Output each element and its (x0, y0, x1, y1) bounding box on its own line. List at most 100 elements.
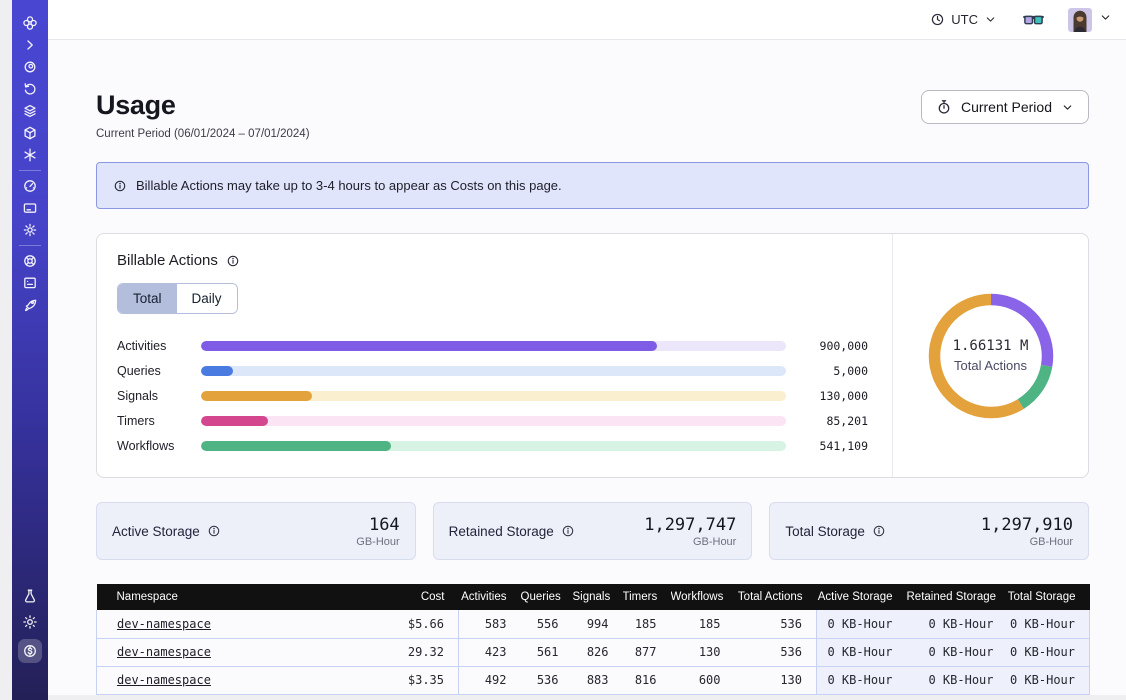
bar-value: 5,000 (802, 364, 868, 378)
total-actions-donut-panel: 1.66131 M Total Actions (892, 234, 1088, 477)
storage-card-value: 1,297,747 (644, 515, 736, 535)
billing-card-button[interactable] (22, 200, 38, 216)
donut-total-label: Total Actions (954, 358, 1027, 373)
namespace-cell[interactable]: dev-namespace (97, 666, 347, 694)
table-cell: 492 (459, 666, 521, 694)
chevron-right-button[interactable] (22, 37, 38, 53)
tab-daily[interactable]: Daily (177, 284, 237, 313)
bar-value: 900,000 (802, 339, 868, 353)
namespace-link[interactable]: dev-namespace (117, 673, 211, 687)
storage-card-label: Retained Storage (449, 524, 554, 539)
table-cell (573, 694, 623, 695)
table-cell: 877 (623, 638, 671, 666)
table-cell (97, 694, 347, 695)
table-cell: 583 (459, 610, 521, 638)
table-cell: 130 (671, 638, 735, 666)
history-button[interactable] (22, 81, 38, 97)
table-cell (347, 694, 459, 695)
tab-total[interactable]: Total (118, 284, 177, 313)
bar-row: Workflows541,109 (117, 438, 868, 453)
namespaces-button[interactable] (22, 59, 38, 75)
cube-button[interactable] (22, 125, 38, 141)
settings-gear-button[interactable] (22, 222, 38, 238)
namespace-cell[interactable]: dev-namespace (97, 638, 347, 666)
bar-track (201, 416, 786, 426)
storage-card-unit: GB-Hour (356, 536, 399, 548)
info-icon[interactable] (872, 524, 886, 538)
bar-fill (201, 441, 391, 451)
table-cell (907, 694, 1008, 695)
usage-gauge-button[interactable] (22, 178, 38, 194)
table-cell: 536 (735, 610, 817, 638)
asterisk-button[interactable] (22, 147, 38, 163)
chevron-down-icon (1061, 101, 1074, 114)
table-cell: 536 (521, 666, 573, 694)
bar-fill (201, 366, 233, 376)
page-title: Usage (96, 90, 310, 121)
table-cell: 561 (521, 638, 573, 666)
preview-glasses-icon[interactable] (1023, 12, 1044, 27)
usage-dollar-button[interactable] (18, 639, 42, 663)
donut-total-value: 1.66131 M (953, 338, 1029, 354)
column-header-timers: Timers (623, 584, 671, 610)
column-header-activities: Activities (459, 584, 521, 610)
table-cell: 0 KB-Hour (907, 638, 1008, 666)
timezone-label: UTC (951, 12, 978, 27)
layers-button[interactable] (22, 103, 38, 119)
table-cell: 536 (735, 638, 817, 666)
column-header-retained-storage: Retained Storage (907, 584, 1008, 610)
user-menu[interactable] (1068, 8, 1112, 32)
topbar: UTC (48, 0, 1126, 40)
avatar[interactable] (1068, 8, 1092, 32)
table-cell: 600 (671, 666, 735, 694)
retained-storage-card: Retained Storage1,297,747GB-Hour (433, 502, 753, 560)
table-cell: 0 KB-Hour (907, 666, 1008, 694)
bar-track (201, 366, 786, 376)
bar-label: Workflows (117, 439, 201, 453)
table-header-row: NamespaceCostActivitiesQueriesSignalsTim… (97, 584, 1090, 610)
bar-row: Activities900,000 (117, 338, 868, 353)
period-select-button[interactable]: Current Period (921, 90, 1089, 124)
table-cell: 0 KB-Hour (817, 666, 907, 694)
temporal-logo-button[interactable] (22, 15, 38, 31)
table-cell (521, 694, 573, 695)
support-lifebuoy-button[interactable] (22, 253, 38, 269)
info-icon[interactable] (561, 524, 575, 538)
table-row: dev-namespace$3.354925368838166001300 KB… (97, 666, 1090, 694)
info-icon (113, 179, 127, 193)
namespace-link[interactable]: dev-namespace (117, 617, 211, 631)
table-cell (671, 694, 735, 695)
feedback-panel-button[interactable] (22, 275, 38, 291)
bar-fill (201, 341, 657, 351)
namespace-link[interactable]: dev-namespace (117, 645, 211, 659)
column-header-active-storage: Active Storage (817, 584, 907, 610)
table-cell: 130 (735, 666, 817, 694)
chevron-down-icon (984, 13, 997, 26)
timezone-selector[interactable]: UTC (930, 12, 997, 27)
table-cell: 816 (623, 666, 671, 694)
table-cell: 0 KB-Hour (1008, 638, 1090, 666)
labs-flask-button[interactable] (22, 588, 38, 604)
column-header-cost: Cost (347, 584, 459, 610)
table-cell: 185 (671, 610, 735, 638)
namespace-cell[interactable]: dev-namespace (97, 610, 347, 638)
stopwatch-icon (936, 99, 952, 115)
info-banner: Billable Actions may take up to 3-4 hour… (96, 162, 1089, 209)
sidebar-divider (19, 170, 41, 171)
bar-row: Timers85,201 (117, 413, 868, 428)
column-header-signals: Signals (573, 584, 623, 610)
info-icon[interactable] (207, 524, 221, 538)
storage-summary-row: Active Storage164GB-HourRetained Storage… (96, 502, 1089, 560)
column-header-total-storage: Total Storage (1008, 584, 1090, 610)
table-cell (459, 694, 521, 695)
bar-value: 130,000 (802, 389, 868, 403)
getting-started-rocket-button[interactable] (22, 297, 38, 313)
bar-value: 85,201 (802, 414, 868, 428)
theme-sun-button[interactable] (22, 614, 38, 630)
info-icon[interactable] (226, 254, 240, 268)
info-banner-text: Billable Actions may take up to 3-4 hour… (136, 178, 562, 193)
bar-track (201, 391, 786, 401)
table-cell: 0 KB-Hour (817, 638, 907, 666)
bar-fill (201, 391, 312, 401)
bar-label: Queries (117, 364, 201, 378)
